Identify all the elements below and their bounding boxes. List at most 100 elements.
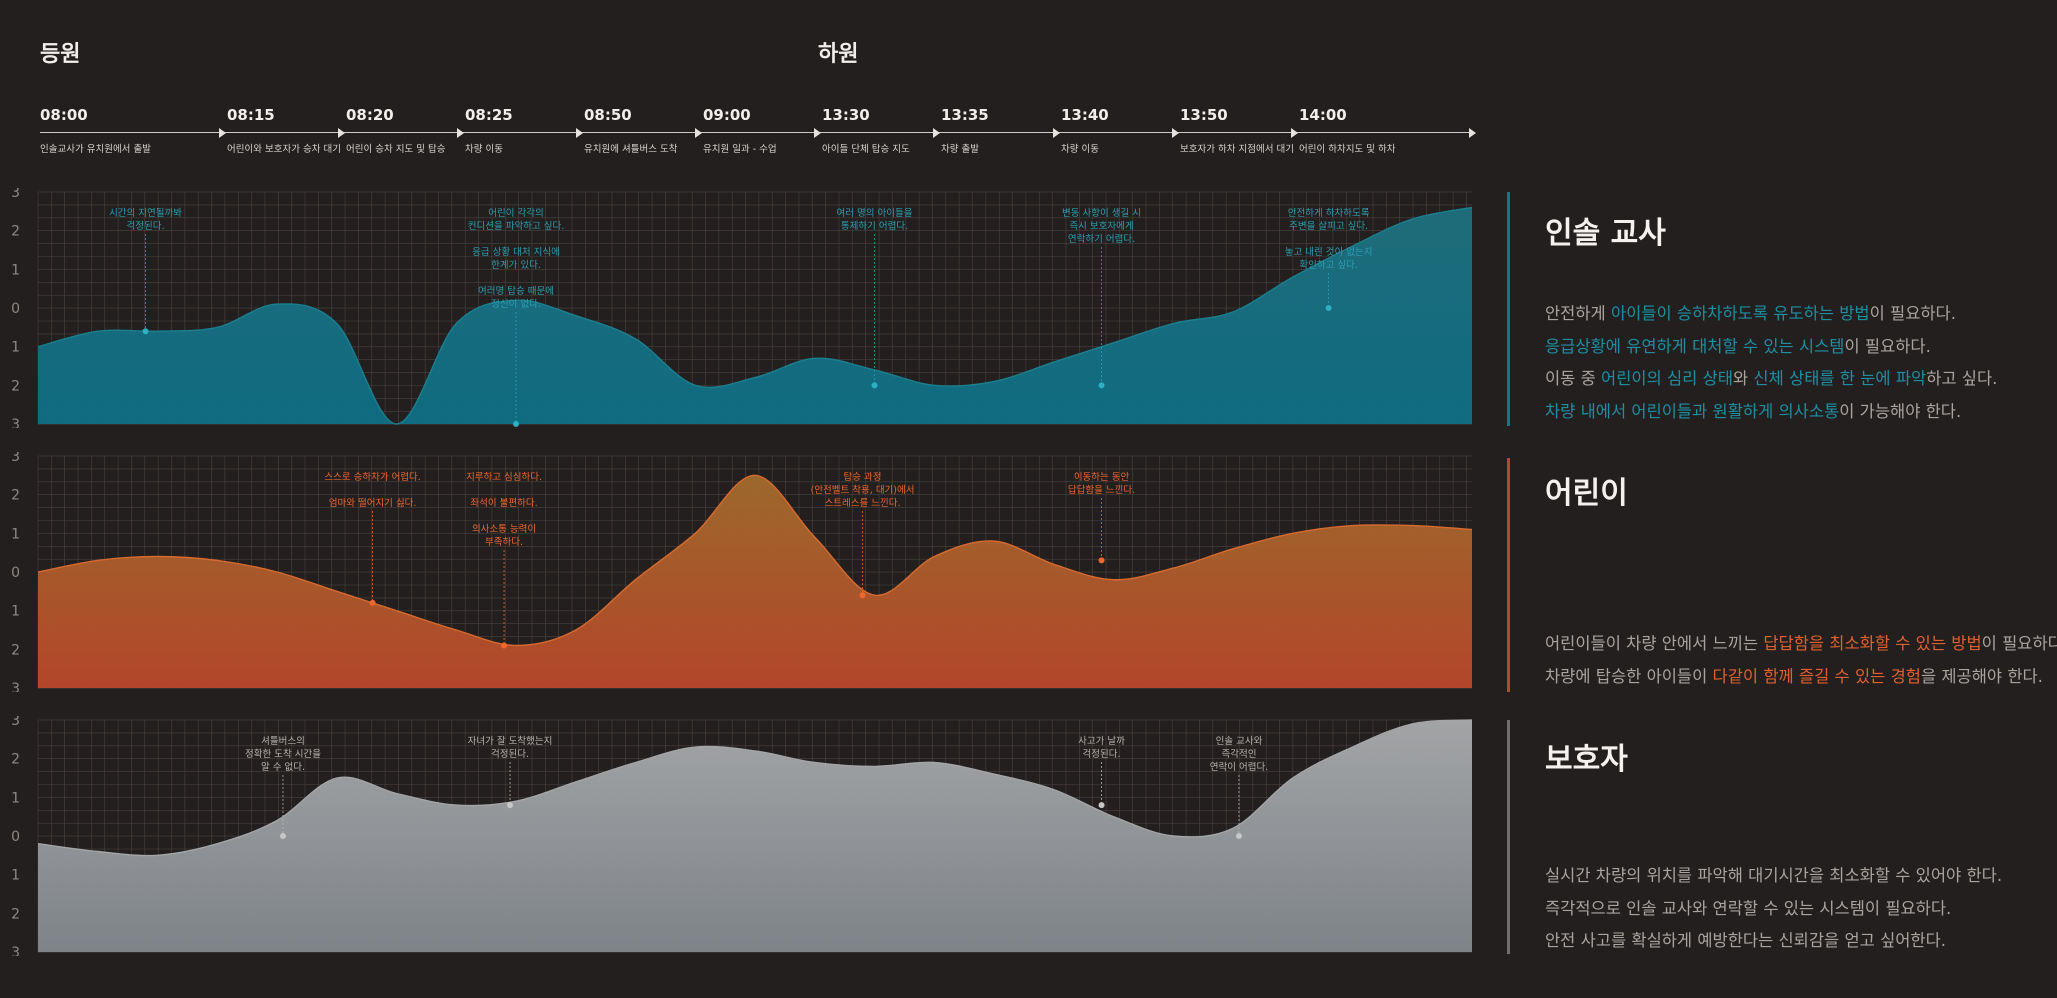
- teacher-panel-accent-bar: [1507, 192, 1510, 426]
- need-highlight: 차량 내에서 어린이들과 원활하게 의사소통: [1545, 401, 1840, 421]
- timeline-time: 08:50: [584, 106, 632, 124]
- annotation-text: 확인하고 싶다.: [1299, 259, 1357, 271]
- annotation-text: 한계가 있다.: [491, 259, 541, 271]
- annotation-dot: [501, 642, 508, 649]
- timeline-event: 유치원 일과 - 수업: [703, 144, 777, 155]
- timeline-time: 13:50: [1180, 106, 1228, 124]
- timeline-event: 차량 이동: [465, 144, 503, 155]
- y-tick-label: 2: [11, 488, 20, 504]
- need-text: 즉각적으로 인솔 교사와 연락할 수 있는 시스템이 필요하다.: [1545, 898, 1952, 918]
- y-tick-label: 0: [11, 829, 20, 845]
- timeline-time: 08:00: [40, 106, 88, 124]
- need-text: 이동 중: [1545, 369, 1602, 388]
- annotation-dot: [859, 592, 866, 599]
- series-area: [38, 475, 1472, 688]
- annotation-text: 즉각적인: [1221, 748, 1256, 760]
- annotation-text: 놓고 내린 것이 없는지: [1285, 246, 1373, 258]
- panel-need-line: 차량 내에서 어린이들과 원활하게 의사소통이 가능해야 한다.: [1545, 396, 1997, 429]
- y-tick-label: 3: [11, 716, 20, 729]
- series-area: [38, 207, 1472, 424]
- annotation-dot: [871, 382, 878, 389]
- timeline-time: 08:15: [227, 106, 275, 124]
- timeline: 08:00 인솔교사가 유치원에서 출발 08:15 어린이와 보호자가 승차 대기 0…: [0, 0, 1480, 170]
- timeline-arrow: [219, 128, 226, 138]
- annotation-text: (안전벨트 착용, 대기)에서: [811, 485, 915, 496]
- annotation-dot: [507, 802, 514, 809]
- timeline-event: 아이들 단체 탑승 지도: [822, 144, 910, 155]
- panel-need-line: 안전하게 아이들이 승하차하도록 유도하는 방법이 필요하다.: [1545, 298, 1997, 331]
- annotation-text: 답답함을 느낀다.: [1068, 484, 1135, 496]
- teacher-panel-title: 인솔 교사: [1545, 216, 1666, 251]
- need-highlight: 어린이의 심리 상태: [1601, 369, 1733, 388]
- panel-need-line: 차량에 탑승한 아이들이 다같이 함께 즐길 수 있는 경험을 제공해야 한다.: [1545, 661, 2057, 694]
- need-text: 이 필요하다.: [1844, 336, 1931, 356]
- annotation-text: 주변을 살피고 싶다.: [1289, 221, 1368, 232]
- timeline-time: 08:20: [346, 106, 394, 124]
- annotation-dot: [142, 328, 149, 335]
- annotation-text: 시간의 지연될까봐: [109, 208, 182, 219]
- need-text: 이 필요하다.: [1981, 634, 2057, 653]
- y-tick-label: 3: [11, 945, 20, 956]
- annotation-text: 셔틀버스의: [261, 736, 305, 747]
- annotation-text: 여러 명의 아이들을: [837, 207, 913, 219]
- y-tick-label: 1: [11, 868, 20, 884]
- timeline-time: 14:00: [1299, 106, 1347, 124]
- panel-need-line: 즉각적으로 인솔 교사와 연락할 수 있는 시스템이 필요하다.: [1545, 893, 2002, 926]
- annotation-dot: [1235, 833, 1242, 839]
- y-tick-label: 3: [11, 417, 20, 428]
- annotation-text: 알 수 없다.: [261, 761, 305, 773]
- annotation-text: 좌석이 불편하다.: [470, 497, 537, 509]
- child-journey-chart: 3 2 1 0 1 2 3 스스로 승하차가 어렵다. 엄마와 떨어지기 싫다. 지루하고 심심하…: [11, 452, 1473, 692]
- y-tick-label: 1: [11, 790, 20, 806]
- annotation-text: 정확한 도착 시간을: [245, 748, 321, 760]
- need-text: 이 가능해야 한다.: [1839, 401, 1962, 421]
- annotation-dot: [369, 599, 376, 606]
- need-text: 하고 싶다.: [1926, 369, 1998, 388]
- need-highlight: 아이들이 승하차하도록 유도하는 방법: [1610, 304, 1870, 323]
- timeline-time: 09:00: [703, 106, 751, 124]
- annotation-text: 스트레스를 느낀다.: [825, 498, 901, 509]
- timeline-arrow: [695, 128, 702, 138]
- panel-need-line: 어린이들이 차량 안에서 느끼는 답답함을 최소화할 수 있는 방법이 필요하다…: [1545, 628, 2057, 661]
- need-text: 차량에 탑승한 아이들이: [1545, 666, 1713, 686]
- need-text: 어린이들이 차량 안에서 느끼는: [1545, 634, 1764, 653]
- child-panel-accent-bar: [1507, 458, 1510, 692]
- annotation-text: 정신이 없다.: [491, 298, 541, 310]
- child-panel-needs: 어린이들이 차량 안에서 느끼는 답답함을 최소화할 수 있는 방법이 필요하다…: [1545, 628, 2057, 693]
- timeline-arrow: [1172, 128, 1179, 138]
- need-highlight: 응급상황에 유연하게 대처할 수 있는 시스템: [1545, 336, 1845, 356]
- annotation-text: 지루하고 심심하다.: [466, 471, 542, 483]
- annotation-dot: [513, 421, 519, 427]
- annotation-text: 연락이 어렵다.: [1210, 761, 1268, 773]
- y-tick-label: 1: [11, 526, 20, 542]
- need-text: 을 제공해야 한다.: [1920, 666, 2043, 686]
- timeline-arrow: [338, 128, 345, 138]
- annotation-text: 부족하다.: [485, 536, 523, 548]
- panel-need-line: 이동 중 어린이의 심리 상태와 신체 상태를 한 눈에 파악하고 싶다.: [1545, 363, 1997, 396]
- y-tick-label: 2: [11, 378, 20, 394]
- guardian-journey-chart: 3 2 1 0 1 2 3 셔틀버스의정확한 도착 시간을알 수 없다. 자녀가 잘 도착했는지…: [11, 716, 1473, 956]
- annotation-text: 걱정된다.: [1083, 748, 1121, 760]
- timeline-arrow: [1053, 128, 1060, 138]
- child-panel-title: 어린이: [1545, 476, 1628, 511]
- guardian-panel-needs: 실시간 차량의 위치를 파악해 대기시간을 최소화할 수 있어야 한다. 즉각적으…: [1545, 860, 2002, 958]
- annotation-text: 스스로 승하차가 어렵다.: [324, 471, 420, 483]
- timeline-arrow: [457, 128, 464, 138]
- timeline-event: 보호자가 하차 지점에서 대기: [1180, 144, 1294, 155]
- annotation-text: 안전하게 하차하도록: [1288, 207, 1370, 219]
- annotation-text: 연락하기 어렵다.: [1068, 233, 1135, 245]
- timeline-event: 어린이와 보호자가 승차 대기: [227, 144, 341, 155]
- annotation-dot: [1098, 557, 1105, 564]
- need-text: 안전하게: [1545, 304, 1611, 323]
- timeline-event: 차량 이동: [1061, 144, 1099, 155]
- need-text: 실시간 차량의 위치를 파악해 대기시간을 최소화할 수 있어야 한다.: [1545, 866, 2003, 885]
- timeline-arrow: [1291, 128, 1298, 138]
- y-tick-label: 2: [11, 224, 20, 240]
- y-tick-label: 1: [11, 262, 20, 278]
- annotation-text: 의사소통 능력이: [472, 523, 536, 535]
- annotation-text: 탑승 과정: [844, 471, 882, 483]
- annotation-text: 걱정된다.: [127, 220, 165, 232]
- y-tick-label: 3: [11, 452, 20, 465]
- y-tick-label: 2: [11, 752, 20, 768]
- annotation-text: 컨디션을 파악하고 싶다.: [468, 220, 564, 232]
